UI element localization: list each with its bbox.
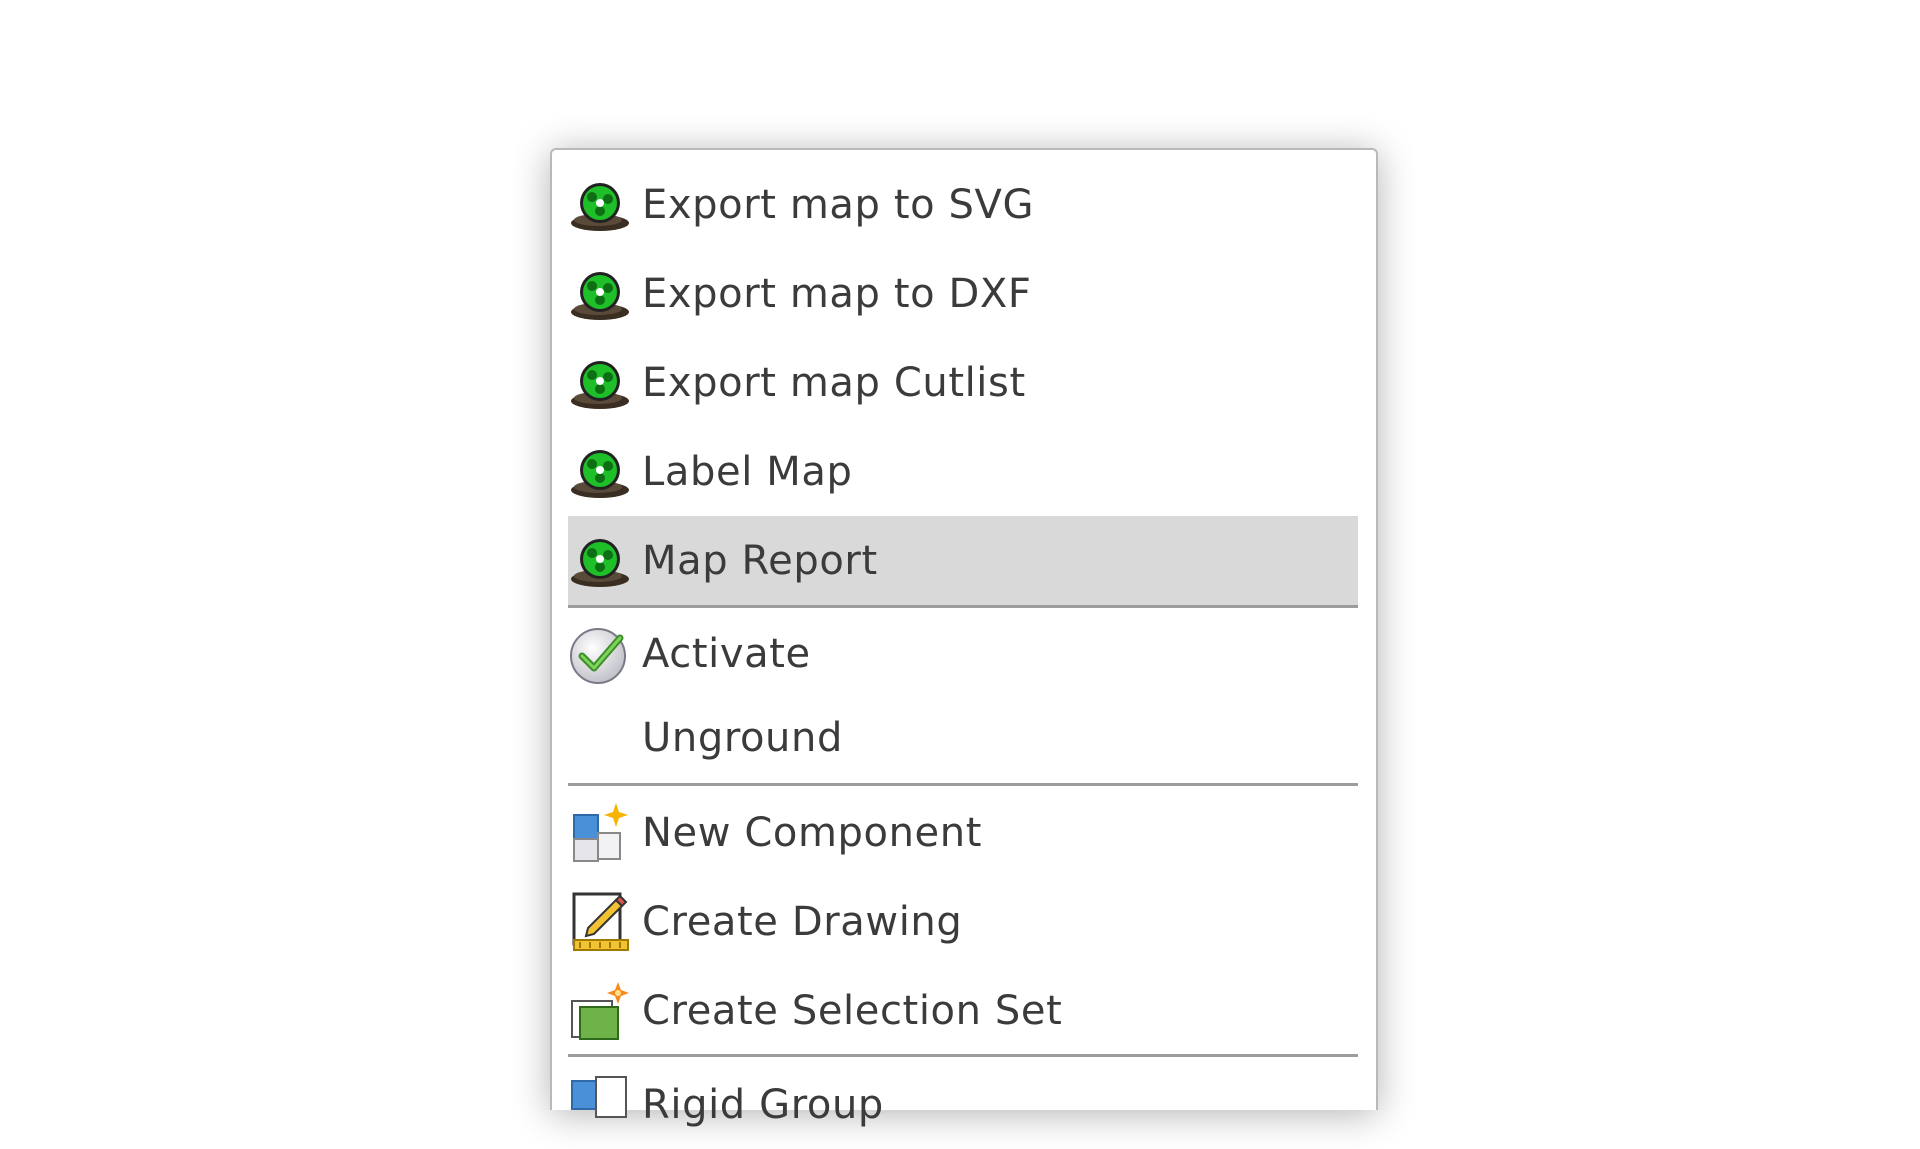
menu-item-label: Create Drawing [642,898,963,945]
menu-separator [568,1054,1358,1057]
menu-item-label: Activate [642,631,811,677]
map-green-icon [568,351,632,415]
rigid-group-icon [568,1073,632,1137]
map-green-icon [568,173,632,237]
map-green-icon [568,440,632,504]
checkmark-circle-icon [568,622,632,686]
menu-item-label: Create Selection Set [642,987,1063,1034]
menu-item-label: Rigid Group [642,1081,884,1128]
blank-icon [568,706,632,770]
context-menu: Export map to SVG Export map to DXF Expo… [550,148,1378,1128]
new-component-icon [568,801,632,865]
menu-item-create-drawing[interactable]: Create Drawing [568,877,1358,966]
menu-item-map-report[interactable]: Map Report [568,516,1358,608]
menu-item-export-dxf[interactable]: Export map to DXF [568,249,1358,338]
menu-item-label: Label Map [642,448,853,495]
menu-item-rigid-group[interactable]: Rigid Group [568,1060,1358,1149]
menu-item-activate[interactable]: Activate [568,612,1358,696]
menu-item-export-svg[interactable]: Export map to SVG [568,160,1358,249]
menu-item-label: Export map to DXF [642,270,1032,317]
menu-item-label: Unground [642,715,843,761]
menu-item-unground[interactable]: Unground [568,696,1358,780]
menu-item-create-selection-set[interactable]: Create Selection Set [568,966,1358,1055]
menu-item-label: Export map to SVG [642,181,1035,228]
map-green-icon [568,529,632,593]
menu-item-label: Map Report [642,537,878,584]
menu-item-label: Export map Cutlist [642,359,1026,406]
menu-item-export-cutlist[interactable]: Export map Cutlist [568,338,1358,427]
menu-separator [568,783,1358,786]
menu-item-label: New Component [642,809,982,856]
create-drawing-icon [568,890,632,954]
selection-set-icon [568,979,632,1043]
menu-item-label-map[interactable]: Label Map [568,427,1358,516]
menu-item-new-component[interactable]: New Component [568,788,1358,877]
map-green-icon [568,262,632,326]
